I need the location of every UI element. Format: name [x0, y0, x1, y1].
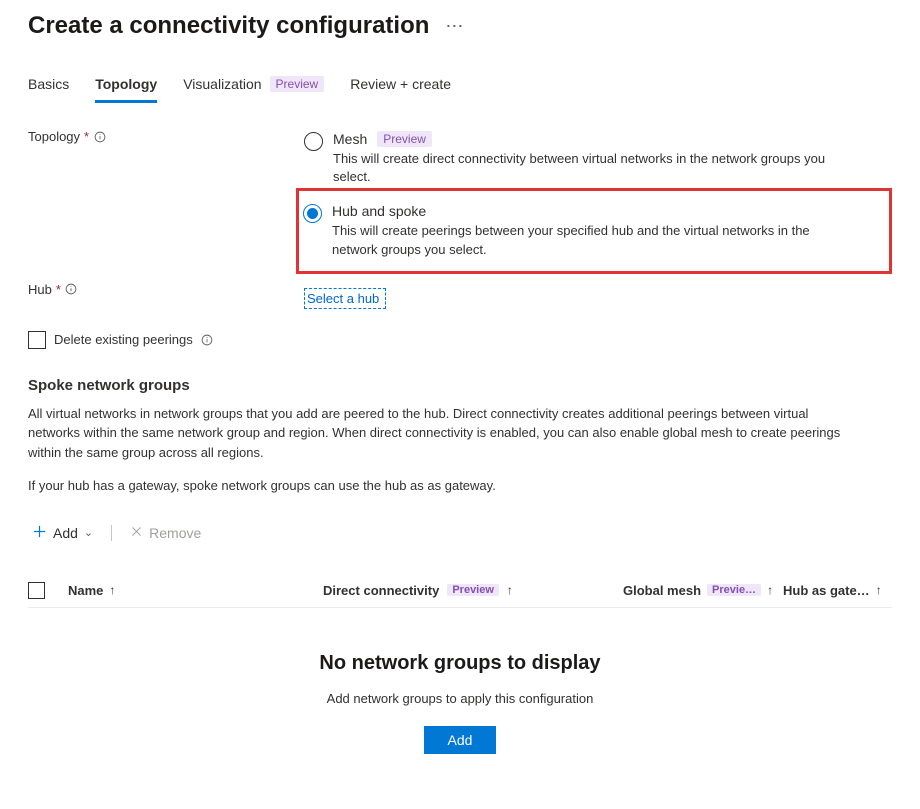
info-icon[interactable] [65, 283, 78, 296]
required-asterisk: * [84, 129, 89, 144]
radio-mesh[interactable] [304, 132, 323, 151]
spoke-desc-2: If your hub has a gateway, spoke network… [28, 476, 848, 496]
info-icon[interactable] [201, 333, 214, 346]
preview-badge: Preview [377, 131, 432, 147]
delete-peerings-checkbox[interactable] [28, 331, 46, 349]
topology-label: Topology [28, 129, 80, 144]
more-actions-icon[interactable]: ⋯ [445, 17, 464, 35]
delete-peerings-label: Delete existing peerings [54, 332, 193, 347]
radio-mesh-desc: This will create direct connectivity bet… [333, 150, 853, 186]
highlight-box: Hub and spoke This will create peerings … [296, 188, 892, 273]
radio-hub-spoke-title: Hub and spoke [332, 203, 426, 219]
page-title: Create a connectivity configuration [28, 12, 429, 40]
column-global-mesh-label: Global mesh [623, 583, 701, 598]
tab-review-create[interactable]: Review + create [350, 74, 451, 100]
remove-button: Remove [126, 521, 205, 545]
table-header: Name ↑ Direct connectivity Preview ↑ Glo… [28, 582, 892, 608]
empty-state-title: No network groups to display [28, 652, 892, 675]
tabs: Basics Topology Visualization Preview Re… [28, 74, 892, 103]
empty-state-subtitle: Add network groups to apply this configu… [28, 691, 892, 706]
close-icon [130, 525, 143, 541]
chevron-down-icon: ⌄ [84, 526, 93, 539]
preview-badge: Previe… [707, 584, 761, 596]
tab-visualization[interactable]: Visualization Preview [183, 74, 324, 100]
sort-arrow-icon: ↑ [767, 583, 773, 597]
sort-arrow-icon: ↑ [876, 583, 882, 597]
column-hub-as-gateway-label: Hub as gate… [783, 583, 870, 598]
tab-topology[interactable]: Topology [95, 74, 157, 103]
select-all-checkbox[interactable] [28, 582, 45, 599]
preview-badge: Preview [270, 76, 325, 92]
add-button[interactable]: Add ⌄ [28, 520, 97, 546]
spoke-heading: Spoke network groups [28, 377, 892, 394]
radio-hub-spoke-desc: This will create peerings between your s… [332, 222, 852, 258]
tab-basics[interactable]: Basics [28, 74, 69, 100]
required-asterisk: * [56, 282, 61, 297]
radio-mesh-title: Mesh [333, 131, 367, 147]
toolbar-separator [111, 525, 112, 541]
hub-label: Hub [28, 282, 52, 297]
column-name[interactable]: Name ↑ [68, 583, 323, 598]
add-label: Add [53, 525, 78, 541]
preview-badge: Preview [447, 584, 499, 596]
sort-arrow-icon: ↑ [109, 583, 115, 597]
remove-label: Remove [149, 525, 201, 541]
column-hub-as-gateway[interactable]: Hub as gate… ↑ [783, 583, 892, 598]
column-direct-connectivity[interactable]: Direct connectivity Preview ↑ [323, 583, 623, 598]
spoke-desc-1: All virtual networks in network groups t… [28, 404, 848, 463]
column-global-mesh[interactable]: Global mesh Previe… ↑ [623, 583, 783, 598]
select-hub-link[interactable]: Select a hub [304, 288, 386, 309]
info-icon[interactable] [93, 130, 106, 143]
add-network-group-button[interactable]: Add [424, 726, 497, 754]
column-name-label: Name [68, 583, 103, 598]
plus-icon [32, 524, 47, 542]
radio-hub-spoke[interactable] [303, 204, 322, 223]
sort-arrow-icon: ↑ [507, 583, 513, 597]
column-direct-connectivity-label: Direct connectivity [323, 583, 439, 598]
tab-visualization-label: Visualization [183, 76, 261, 92]
